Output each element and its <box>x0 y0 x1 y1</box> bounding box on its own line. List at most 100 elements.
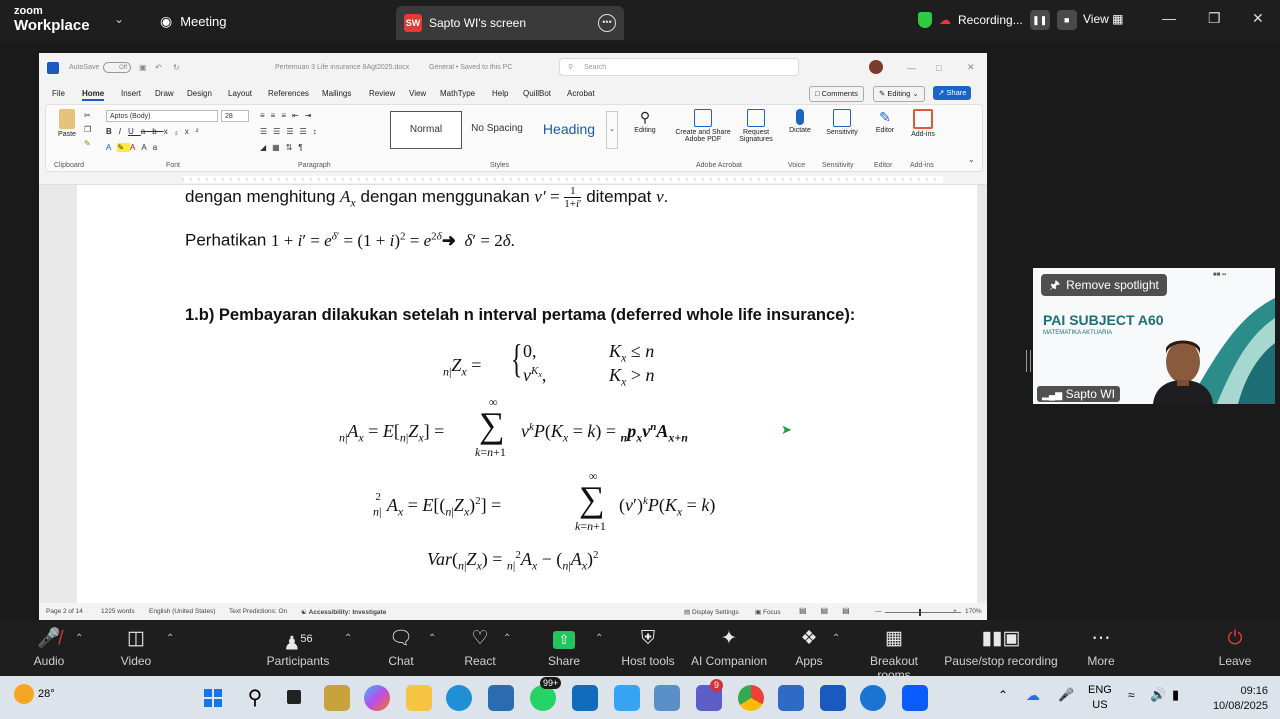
panel-splitter[interactable] <box>1026 350 1031 372</box>
maximize-icon[interactable]: □ <box>936 63 941 73</box>
participants-button[interactable]: ♟56 Participants <box>266 627 330 668</box>
teams-icon[interactable]: 9 <box>696 679 723 711</box>
accessibility-status[interactable]: ☯ Accessibility: Investigate <box>301 608 386 616</box>
search-input[interactable]: ⚲ Search <box>559 58 799 76</box>
tab-quillbot[interactable]: QuillBot <box>523 89 551 98</box>
undo-icon[interactable]: ↶ <box>155 63 162 72</box>
tab-file[interactable]: File <box>52 89 65 98</box>
editing-mode-button[interactable]: ✎ Editing ⌄ <box>873 86 925 102</box>
chevron-up-icon[interactable]: ⌃ <box>998 688 1008 702</box>
store-icon[interactable] <box>488 685 514 711</box>
shared-screen-tab[interactable]: SW Sapto WI's screen ••• <box>396 6 624 40</box>
tab-layout[interactable]: Layout <box>228 89 252 98</box>
page-count[interactable]: Page 2 of 14 <box>46 608 83 615</box>
style-heading[interactable]: Heading <box>534 111 604 147</box>
format-buttons-row[interactable]: BIUabx₂x² <box>106 127 205 136</box>
close-icon[interactable]: ✕ <box>1252 10 1264 27</box>
zoom-level[interactable]: 170% <box>965 608 982 615</box>
video-options-icon[interactable]: ⌃ <box>166 633 174 644</box>
shading-borders-row[interactable]: ◢▦⇅¶ <box>260 143 309 152</box>
tab-draw[interactable]: Draw <box>155 89 174 98</box>
notepad-icon[interactable] <box>778 685 804 711</box>
editing-button[interactable]: ⚲ Editing <box>630 109 660 134</box>
zoom-slider[interactable] <box>885 612 961 613</box>
minimize-icon[interactable]: — <box>907 63 916 73</box>
wifi-icon[interactable]: ≈ <box>1128 688 1135 702</box>
maximize-icon[interactable]: ❐ <box>1208 10 1221 27</box>
copilot-icon[interactable] <box>364 685 390 711</box>
cut-icon[interactable]: ✂ <box>84 111 91 120</box>
share-button[interactable]: ↗ Share <box>933 86 972 100</box>
react-button[interactable]: ♡ React <box>462 627 498 668</box>
search-icon[interactable]: ⚲ <box>242 685 268 711</box>
close-icon[interactable]: ✕ <box>967 62 975 73</box>
font-size-select[interactable]: 28 <box>221 110 249 122</box>
dictate-button[interactable]: Dictate <box>786 109 814 134</box>
zoom-taskbar-icon[interactable] <box>902 685 928 711</box>
audio-button[interactable]: 🎤̸ Audio <box>28 627 70 668</box>
ai-companion-button[interactable]: ✦ AI Companion <box>690 627 768 668</box>
zoom-slider-thumb[interactable] <box>919 609 921 616</box>
share-options-icon[interactable]: ⌃ <box>595 633 603 644</box>
edge-browser-icon[interactable] <box>446 685 472 711</box>
pause-recording-button[interactable]: ❚❚ <box>1029 10 1050 30</box>
tab-acrobat[interactable]: Acrobat <box>567 89 595 98</box>
calculator-icon[interactable] <box>614 685 640 711</box>
save-state[interactable]: General • Saved to this PC <box>429 64 512 71</box>
align-buttons-row[interactable]: ☰☰☰☰↕ <box>260 127 323 136</box>
styles-more-icon[interactable]: ⌄ <box>606 111 618 149</box>
user-avatar[interactable] <box>869 60 883 74</box>
more-options-icon[interactable]: ••• <box>598 14 616 32</box>
tab-design[interactable]: Design <box>187 89 212 98</box>
tab-insert[interactable]: Insert <box>121 89 141 98</box>
clock-app-icon[interactable] <box>860 685 886 711</box>
minimize-icon[interactable]: — <box>1162 10 1176 26</box>
chat-button[interactable]: 🗨 Chat <box>384 627 418 668</box>
snipping-icon[interactable] <box>654 685 680 711</box>
view-button[interactable]: View ▦ <box>1083 12 1123 26</box>
more-button[interactable]: ⋯ More <box>1084 627 1118 668</box>
tab-help[interactable]: Help <box>492 89 508 98</box>
paste-button[interactable]: Paste <box>54 109 80 138</box>
document-page[interactable]: dengan menghitung Ax dengan menggunakan … <box>77 185 977 603</box>
volume-icon[interactable]: 🔊 <box>1150 687 1166 703</box>
focus-button[interactable]: ▣ Focus <box>755 608 781 616</box>
list-buttons-row[interactable]: ≡≡≡⇤⇥ <box>260 111 317 120</box>
text-predictions[interactable]: Text Predictions: On <box>229 608 287 615</box>
video-button[interactable]: ◫ Video <box>114 627 158 668</box>
word-taskbar-icon[interactable] <box>820 685 846 711</box>
autosave-toggle[interactable]: Off <box>103 62 131 73</box>
chevron-down-icon[interactable]: ⌄ <box>114 12 124 26</box>
react-options-icon[interactable]: ⌃ <box>503 633 511 644</box>
microphone-icon[interactable]: 🎤 <box>1058 687 1074 703</box>
zoom-out-icon[interactable]: — <box>875 608 882 615</box>
host-tools-button[interactable]: ⛨ Host tools <box>620 627 676 668</box>
apps-button[interactable]: ❖ Apps <box>794 627 824 668</box>
meeting-info-button[interactable]: ◉ Meeting <box>160 13 226 30</box>
style-no-spacing[interactable]: No Spacing <box>462 111 532 147</box>
onedrive-icon[interactable]: ☁ <box>1026 687 1040 704</box>
remove-spotlight-button[interactable]: 🖈 Remove spotlight <box>1041 274 1167 296</box>
sensitivity-button[interactable]: Sensitivity <box>822 109 862 136</box>
participants-options-icon[interactable]: ⌃ <box>344 633 352 644</box>
pause-stop-recording-button[interactable]: ▮▮▣ Pause/stop recording <box>944 627 1058 668</box>
font-name-select[interactable]: Aptos (Body) <box>106 110 218 122</box>
zoom-in-icon[interactable]: + <box>953 608 957 615</box>
language-switcher[interactable]: ENG US <box>1088 683 1112 713</box>
tab-home[interactable]: Home <box>82 89 105 101</box>
copy-icon[interactable]: ❐ <box>84 125 91 134</box>
breakout-rooms-button[interactable]: ▦ Breakout rooms <box>852 627 936 682</box>
elo-app-icon[interactable] <box>324 685 350 711</box>
spotlight-video[interactable]: ■■ ▪▪ PAI SUBJECT A60 MATEMATIKA AKTUARI… <box>1033 268 1275 404</box>
apps-options-icon[interactable]: ⌃ <box>832 633 840 644</box>
view-mode-buttons[interactable]: ▤▤▤ <box>799 606 864 615</box>
redo-icon[interactable]: ↻ <box>173 63 180 72</box>
tab-view[interactable]: View <box>409 89 426 98</box>
file-explorer-icon[interactable] <box>406 685 432 711</box>
save-icon[interactable]: ▣ <box>139 63 147 72</box>
text-effects-row[interactable]: A✎AAa <box>106 143 163 152</box>
share-screen-button[interactable]: ⇧ Share <box>544 627 584 668</box>
tab-review[interactable]: Review <box>369 89 395 98</box>
leave-button[interactable]: ⏻ Leave <box>1218 627 1252 668</box>
system-clock[interactable]: 09:16 10/08/2025 <box>1213 684 1268 714</box>
